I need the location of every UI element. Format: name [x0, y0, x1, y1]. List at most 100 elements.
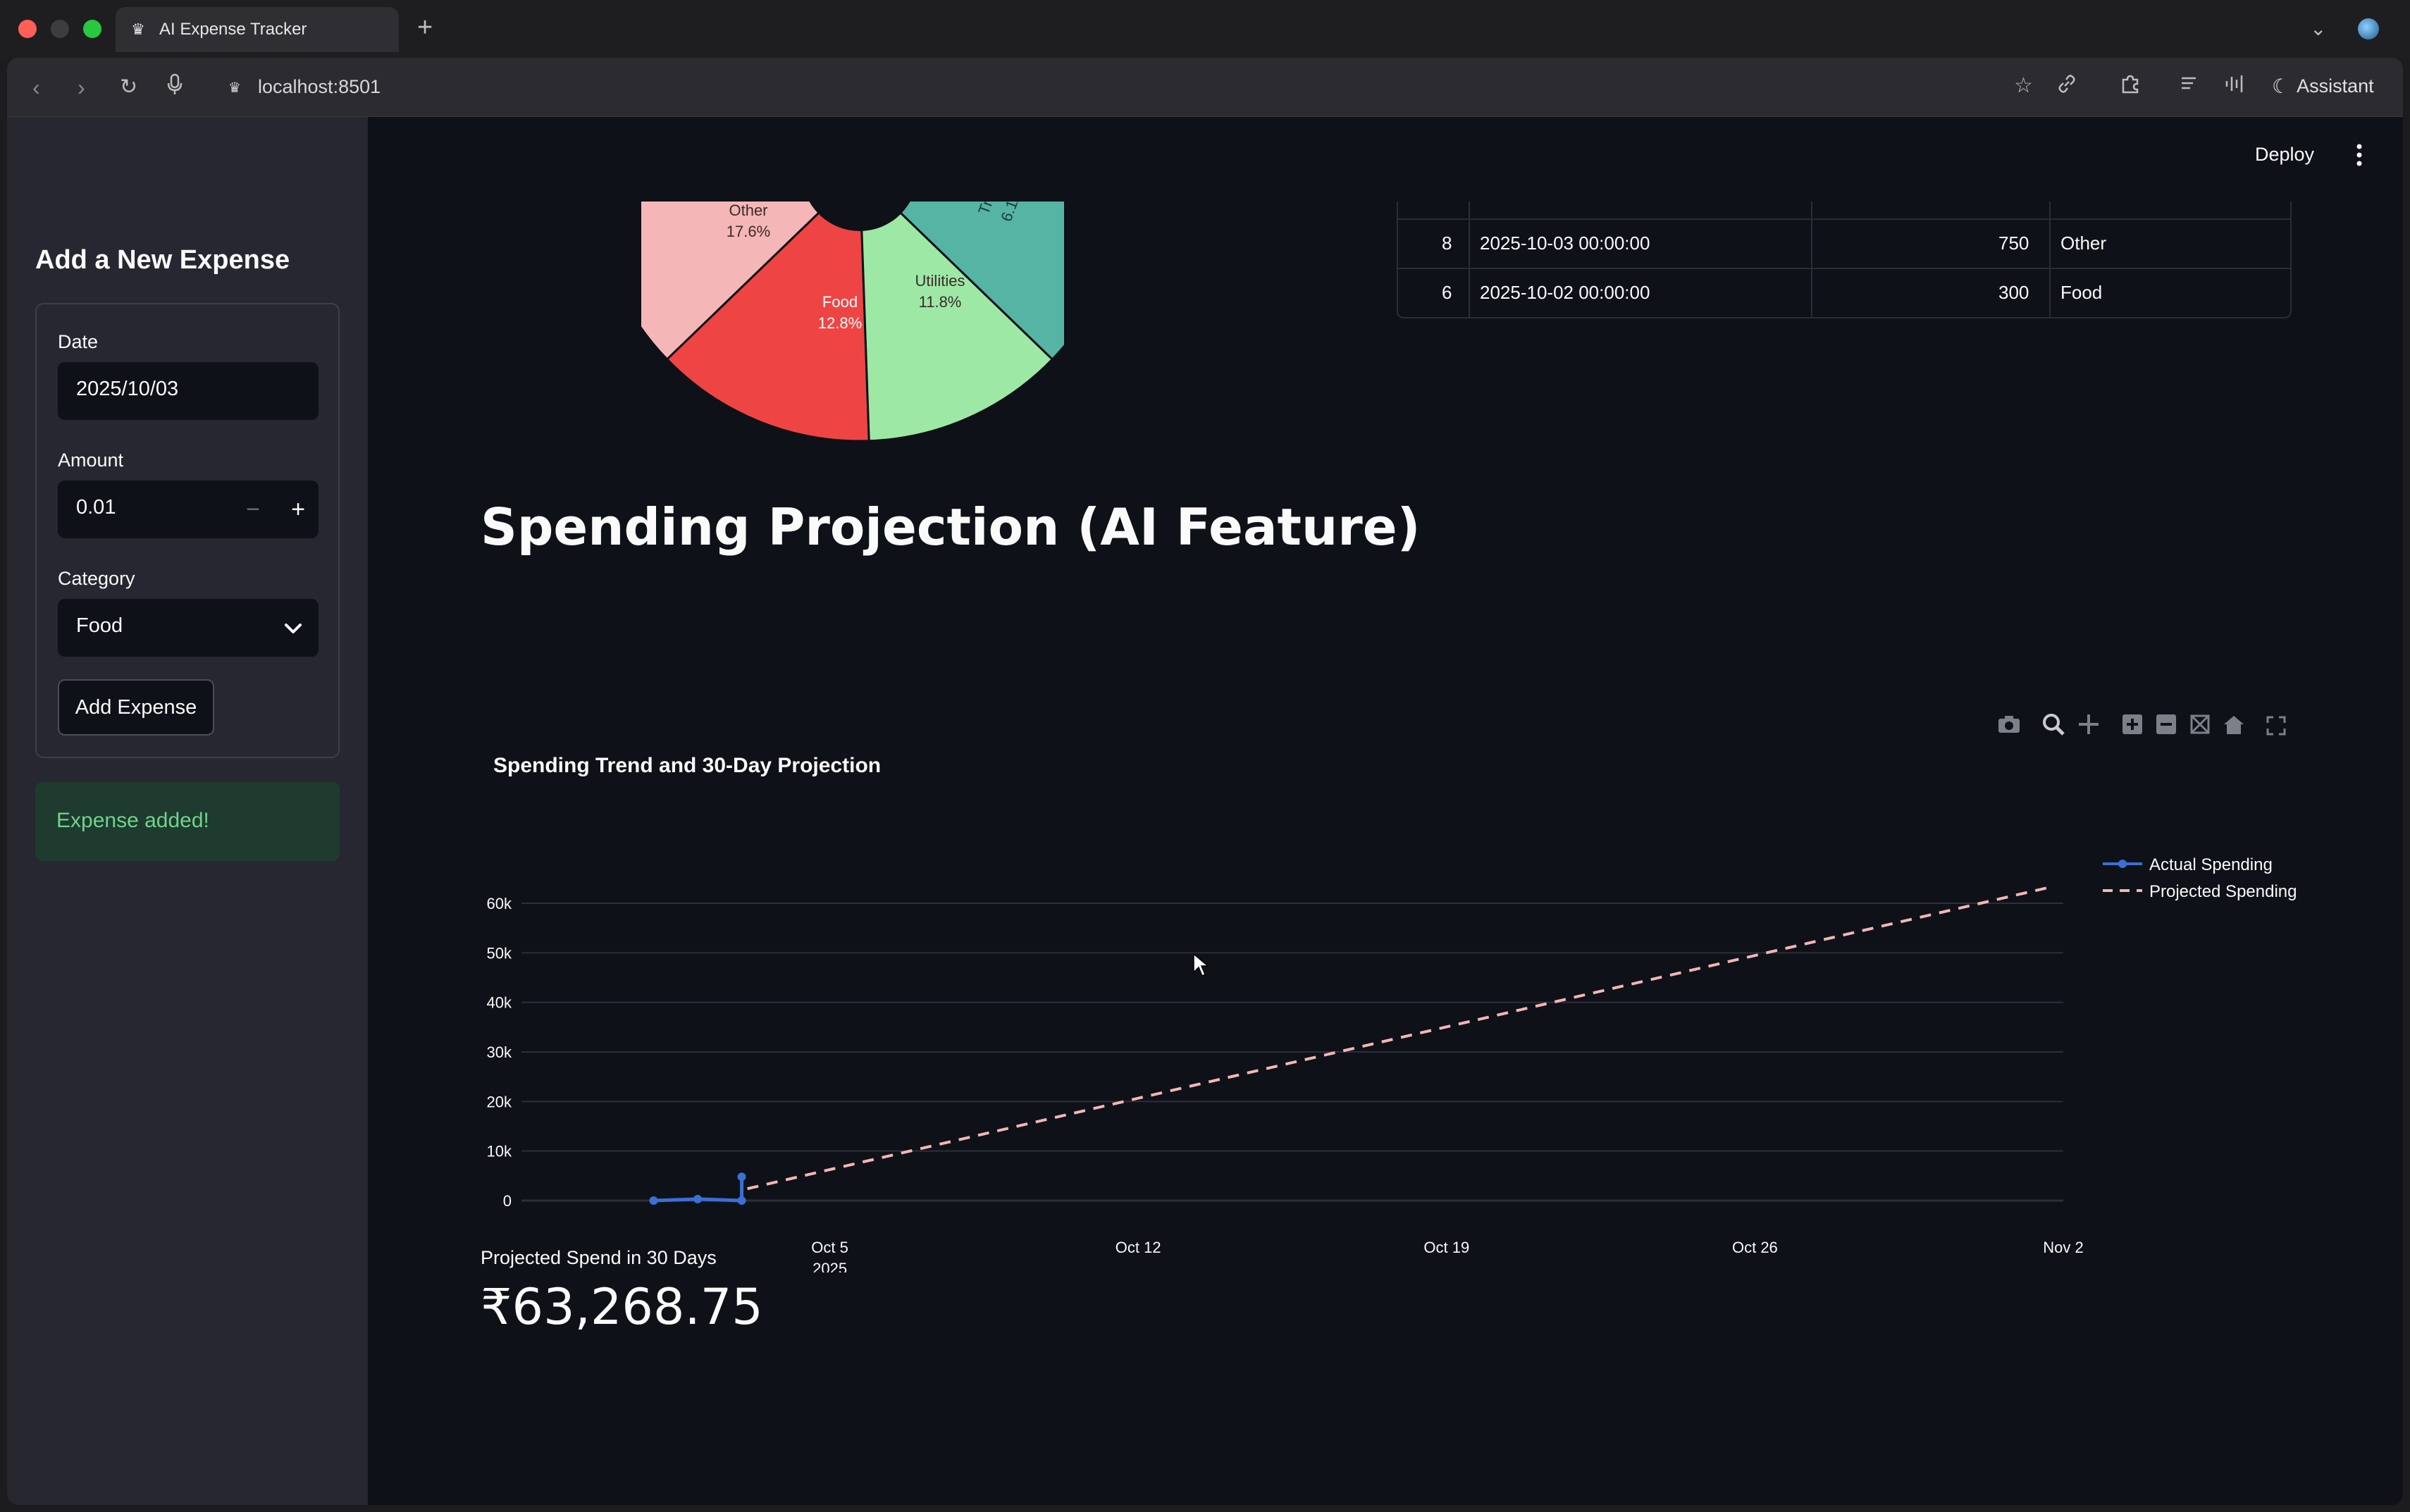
metric-label: Projected Spend in 30 Days	[481, 1247, 717, 1268]
profile-avatar[interactable]	[2358, 18, 2379, 39]
x-tick-label: Oct 26	[1732, 1239, 1778, 1256]
row-category: Other	[2060, 233, 2107, 254]
x-tick-label: Oct 5	[811, 1239, 848, 1256]
zoom-in-icon[interactable]	[2122, 714, 2142, 734]
fullscreen-icon[interactable]	[2266, 716, 2286, 736]
section-title: Spending Projection (AI Feature)	[481, 497, 1421, 557]
pie-label-utilities: Utilities	[915, 272, 965, 290]
chart-series	[649, 886, 2051, 1205]
pie-percent-other: 17.6%	[727, 223, 770, 240]
site-crown-icon: ♛	[228, 80, 241, 96]
pan-icon[interactable]	[2079, 714, 2099, 734]
reload-icon[interactable]: ↻	[120, 73, 137, 101]
row-date: 2025-10-03 00:00:00	[1480, 233, 1650, 254]
chart-gridlines	[521, 903, 2063, 1202]
amount-input[interactable]: 0.01 − +	[58, 481, 319, 538]
sidebar: Add a New Expense Date 2025/10/03 Amount…	[7, 117, 368, 1505]
audio-wave-icon[interactable]	[2224, 73, 2247, 100]
spending-projection-chart[interactable]: Spending Trend and 30-Day Projection 0 10…	[458, 582, 2318, 1272]
table-row[interactable]: 6 2025-10-02 00:00:00 300 Food	[1398, 268, 2290, 317]
deploy-button[interactable]: Deploy	[2255, 144, 2314, 166]
amount-label: Amount	[58, 450, 124, 471]
pie-label-other: Other	[729, 202, 767, 219]
microphone-icon[interactable]	[166, 73, 183, 102]
pie-label-food: Food	[822, 293, 858, 311]
date-input[interactable]: 2025/10/03	[58, 362, 319, 420]
mouse-cursor-icon	[1193, 953, 1210, 977]
y-tick-label: 50k	[487, 944, 512, 962]
close-window-button[interactable]	[18, 20, 37, 38]
row-index: 6	[1442, 282, 1452, 303]
success-message: Expense added!	[56, 809, 209, 832]
row-amount: 300	[1998, 282, 2029, 303]
y-tick-label: 20k	[487, 1093, 512, 1110]
y-tick-label: 30k	[487, 1043, 512, 1061]
y-tick-label: 0	[503, 1192, 512, 1210]
expense-form: Date 2025/10/03 Amount 0.01 − + Category…	[35, 303, 340, 758]
chart-x-axis: Oct 5 2025 Oct 12 Oct 19 Oct 26 Nov 2	[811, 1239, 2083, 1272]
browser-toolbar: ‹ › ↻ ♛ localhost:8501 ☆ ☾ Assistant	[7, 58, 2403, 117]
address-bar[interactable]: localhost:8501	[258, 76, 381, 98]
y-tick-label: 40k	[487, 994, 512, 1012]
streamlit-app: Add a New Expense Date 2025/10/03 Amount…	[7, 117, 2403, 1505]
zoom-out-icon[interactable]	[2156, 714, 2176, 734]
pie-percent-food: 12.8%	[818, 314, 862, 332]
camera-icon[interactable]	[1998, 716, 2020, 733]
minimize-window-button[interactable]	[51, 20, 69, 38]
increment-button[interactable]: +	[280, 492, 316, 527]
projected-spending-line[interactable]	[747, 886, 2051, 1191]
tab-title: AI Expense Tracker	[159, 20, 307, 39]
date-value: 2025/10/03	[76, 378, 179, 400]
row-amount: 750	[1998, 233, 2029, 254]
y-tick-label: 10k	[487, 1143, 512, 1160]
reading-list-icon[interactable]	[2179, 73, 2199, 99]
forward-icon[interactable]: ›	[78, 73, 85, 101]
amount-value: 0.01	[76, 496, 116, 519]
zoom-icon[interactable]	[2043, 714, 2065, 736]
assistant-button[interactable]: ☾ Assistant	[2272, 75, 2374, 98]
home-icon[interactable]	[2224, 716, 2244, 734]
legend-item-projected[interactable]: Projected Spending	[2103, 882, 2297, 901]
expense-table[interactable]: 8 2025-10-03 00:00:00 750 Other 6 2025-1…	[1397, 202, 2292, 318]
autoscale-icon[interactable]	[2190, 714, 2210, 734]
actual-spending-point[interactable]	[737, 1196, 746, 1205]
chart-title: Spending Trend and 30-Day Projection	[493, 754, 881, 777]
actual-spending-point[interactable]	[693, 1194, 703, 1203]
main-menu-icon[interactable]	[2352, 142, 2366, 168]
streamlit-crown-icon: ♛	[131, 20, 145, 38]
y-tick-label: 60k	[487, 895, 512, 912]
actual-spending-point[interactable]	[649, 1196, 658, 1205]
category-select[interactable]: Food	[58, 599, 319, 657]
back-icon[interactable]: ‹	[32, 73, 40, 101]
chart-modebar	[1998, 714, 2286, 736]
browser-tab[interactable]: ♛ AI Expense Tracker	[116, 7, 399, 52]
assistant-icon: ☾	[2272, 75, 2290, 97]
legend-label-actual: Actual Spending	[2149, 855, 2273, 874]
row-date: 2025-10-02 00:00:00	[1480, 282, 1650, 303]
legend-marker-actual	[2118, 860, 2127, 868]
table-row[interactable]: 8 2025-10-03 00:00:00 750 Other	[1398, 218, 2290, 268]
legend-label-projected: Projected Spending	[2149, 882, 2297, 901]
bookmark-star-icon[interactable]: ☆	[2014, 73, 2033, 98]
add-expense-button[interactable]: Add Expense	[58, 679, 214, 736]
chart-legend[interactable]: Actual Spending Projected Spending	[2103, 855, 2297, 901]
category-value: Food	[76, 614, 123, 637]
legend-item-actual[interactable]: Actual Spending	[2103, 855, 2273, 874]
tab-list-chevron-icon[interactable]: ⌄	[2310, 17, 2326, 40]
share-link-icon[interactable]	[2056, 73, 2077, 100]
category-pie-chart: Other17.6%Food12.8%Utilities11.8%Travel6…	[641, 202, 1064, 442]
chevron-down-icon	[285, 624, 302, 633]
success-alert: Expense added!	[35, 782, 340, 861]
decrement-button[interactable]: −	[235, 492, 271, 527]
x-tick-label: Nov 2	[2043, 1239, 2083, 1256]
new-tab-icon[interactable]: +	[417, 13, 433, 43]
sidebar-title: Add a New Expense	[35, 245, 290, 275]
actual-spending-point[interactable]	[737, 1172, 746, 1182]
extensions-puzzle-icon[interactable]	[2120, 73, 2141, 100]
maximize-window-button[interactable]	[83, 20, 101, 38]
date-label: Date	[58, 331, 99, 352]
row-category: Food	[2060, 282, 2103, 303]
row-index: 8	[1442, 233, 1452, 254]
assistant-label: Assistant	[2297, 75, 2374, 97]
browser-titlebar: ♛ AI Expense Tracker + ⌄	[0, 0, 2410, 58]
